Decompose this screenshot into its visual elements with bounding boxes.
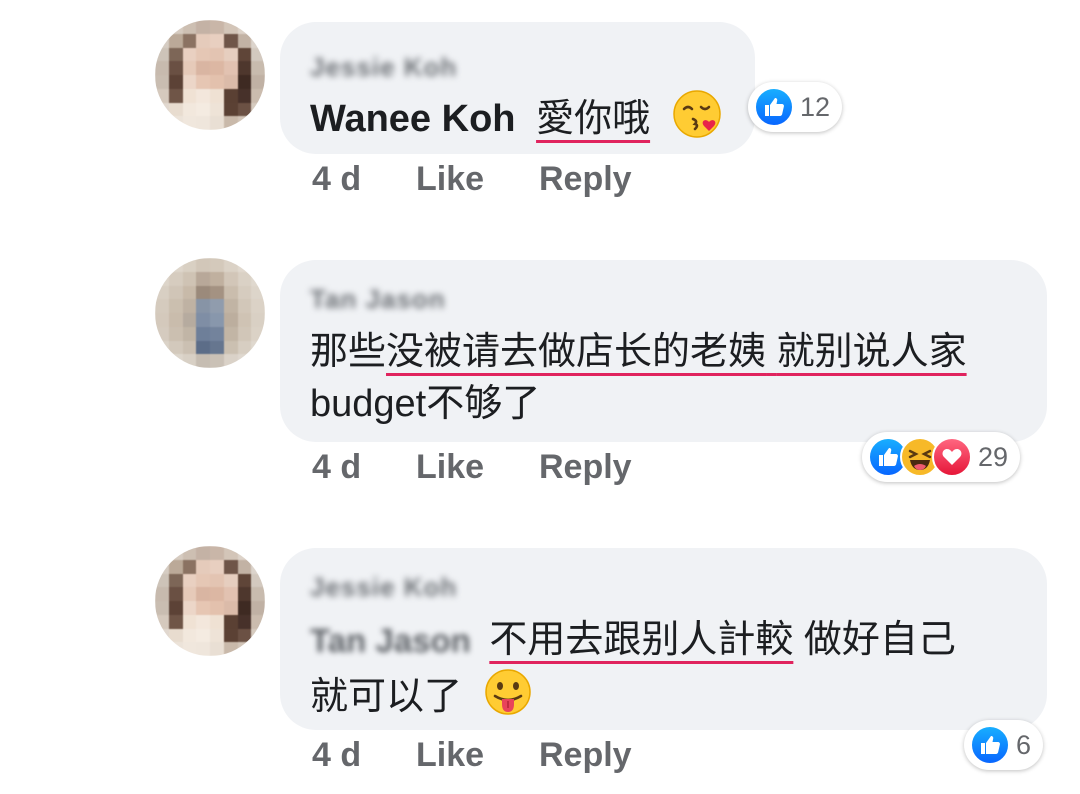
author-name[interactable]: Jessie Koh bbox=[310, 52, 457, 82]
comment-bubble: Tan Jason 那些没被请去做店长的老姨 就别说人家 budget不够了 bbox=[280, 260, 1047, 442]
underlined-phrase: 没被请去做店长的老姨 bbox=[386, 331, 767, 373]
reaction-count: 6 bbox=[1016, 729, 1032, 760]
reply-button[interactable]: Reply bbox=[539, 448, 632, 487]
comment-body-line2: 就可以了 bbox=[310, 676, 463, 719]
like-button[interactable]: Like bbox=[416, 160, 484, 199]
comment-body: 愛你哦 bbox=[536, 98, 651, 141]
avatar[interactable] bbox=[155, 546, 265, 656]
love-reaction-icon bbox=[932, 437, 972, 477]
reply-button[interactable]: Reply bbox=[539, 160, 632, 199]
reaction-summary[interactable]: 12 bbox=[748, 82, 843, 132]
author-name[interactable]: Tan Jason bbox=[310, 284, 446, 314]
comment-bubble: Jessie Koh Tan Jason 不用去跟别人計較 做好自己 就可以了 bbox=[280, 548, 1047, 730]
mention-link[interactable]: Wanee Koh bbox=[310, 98, 516, 140]
tongue-out-face-icon bbox=[483, 667, 533, 731]
comment-body-line2: budget不够了 bbox=[310, 383, 541, 425]
comment-text: 那些没被请去做店长的老姨 就别说人家 budget不够了 bbox=[310, 326, 967, 430]
author-name[interactable]: Jessie Koh bbox=[310, 572, 457, 602]
reaction-count: 12 bbox=[800, 91, 831, 122]
comment-body-underlined: 不用去跟别人計較 bbox=[489, 619, 794, 661]
reaction-count: 29 bbox=[978, 441, 1009, 472]
comment-bubble: Jessie Koh Wanee Koh 愛你哦 bbox=[280, 22, 755, 154]
comment-text: Tan Jason 不用去跟别人計較 做好自己 就可以了 bbox=[310, 614, 956, 731]
mention-link[interactable]: Tan Jason bbox=[310, 622, 471, 659]
reply-button[interactable]: Reply bbox=[539, 736, 632, 775]
avatar[interactable] bbox=[155, 258, 265, 368]
like-button[interactable]: Like bbox=[416, 448, 484, 487]
kissing-face-icon bbox=[671, 88, 723, 154]
timestamp[interactable]: 4 d bbox=[312, 736, 361, 775]
like-button[interactable]: Like bbox=[416, 736, 484, 775]
comment-body-part: 那些 bbox=[310, 331, 387, 373]
comment-text: Wanee Koh 愛你哦 bbox=[310, 88, 723, 154]
comment-body-underlined: 没被请去做店长的老姨 就别说人家 bbox=[386, 331, 967, 373]
avatar[interactable] bbox=[155, 20, 265, 130]
comment-body-part: 做好自己 bbox=[793, 619, 956, 661]
timestamp[interactable]: 4 d bbox=[312, 448, 361, 487]
like-reaction-icon bbox=[970, 725, 1010, 765]
underlined-phrase: 就别说人家 bbox=[776, 331, 967, 373]
like-reaction-icon bbox=[754, 87, 794, 127]
reaction-summary[interactable]: 6 bbox=[964, 720, 1044, 770]
timestamp[interactable]: 4 d bbox=[312, 160, 361, 199]
reaction-summary[interactable]: 29 bbox=[862, 432, 1021, 482]
